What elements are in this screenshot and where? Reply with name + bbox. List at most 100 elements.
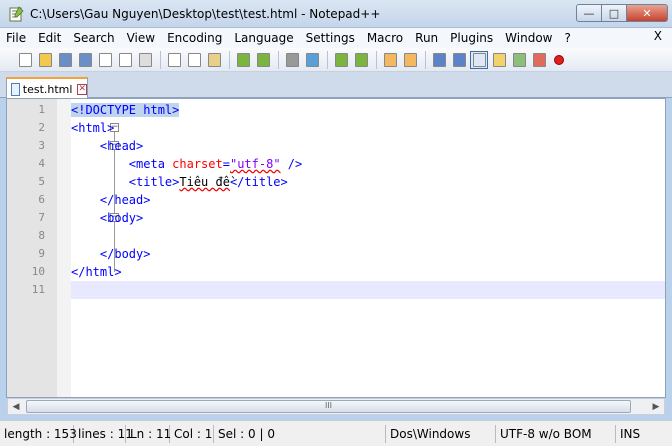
menu-item-file[interactable]: File	[0, 29, 32, 47]
line-number: 7	[38, 211, 45, 224]
save-all-icon-glyph	[78, 52, 92, 67]
toolbar-separator	[229, 50, 230, 69]
replace-icon-glyph	[305, 52, 319, 67]
sync-v-icon[interactable]	[381, 51, 399, 69]
menu-item-macro[interactable]: Macro	[361, 29, 409, 47]
close-icon[interactable]	[96, 51, 114, 69]
minimize-button[interactable]: —	[576, 4, 602, 22]
open-icon-glyph	[38, 52, 52, 67]
redo-icon[interactable]	[254, 51, 272, 69]
save-icon[interactable]	[56, 51, 74, 69]
paste-icon[interactable]	[205, 51, 223, 69]
code-token: "utf-8"	[229, 157, 281, 171]
fold-margin[interactable]: − − −	[57, 99, 119, 397]
maximize-icon: □	[608, 6, 620, 20]
status-length: length : 153	[0, 424, 77, 443]
menu-item-settings[interactable]: Settings	[300, 29, 361, 47]
sync-v-icon-glyph	[383, 52, 397, 67]
code-line[interactable]	[71, 227, 665, 245]
sync-h-icon[interactable]	[401, 51, 419, 69]
status-bar: length : 153 lines : 11 Ln : 11 Col : 1 …	[0, 420, 672, 446]
function-list-icon[interactable]	[530, 51, 548, 69]
toolbar-separator	[278, 50, 279, 69]
lang-icon[interactable]	[490, 51, 508, 69]
status-eol[interactable]: Dos\Windows	[386, 424, 496, 443]
notepad-plus-plus-icon	[9, 6, 24, 22]
scroll-left-icon[interactable]: ◀	[8, 399, 24, 414]
code-line[interactable]	[71, 281, 665, 299]
editor[interactable]: 1 2 3 4 5 6 7 8 9 10 11 − − − <!DOCTYPE html> <html> …	[6, 98, 666, 398]
open-icon[interactable]	[36, 51, 54, 69]
paste-icon-glyph	[207, 52, 221, 67]
line-number: 1	[38, 103, 45, 116]
code-token: Tiêu đề	[179, 175, 230, 189]
record-macro-icon-glyph	[554, 54, 564, 65]
code-token: =	[222, 157, 230, 171]
doc-map-icon-glyph	[512, 52, 526, 67]
replace-icon[interactable]	[303, 51, 321, 69]
find-icon[interactable]	[283, 51, 301, 69]
toolbar-separator	[327, 50, 328, 69]
scrollbar-thumb[interactable]: III	[26, 400, 631, 413]
zoom-out-icon[interactable]	[352, 51, 370, 69]
menu-item-search[interactable]: Search	[67, 29, 120, 47]
menu-item-edit[interactable]: Edit	[32, 29, 67, 47]
indent-guide-icon[interactable]	[470, 50, 488, 69]
close-all-icon[interactable]	[116, 51, 134, 69]
toolbar-separator	[425, 50, 426, 69]
code-line[interactable]: <meta charset="utf-8" />	[71, 155, 665, 173]
status-mode[interactable]: INS	[616, 425, 660, 443]
menu-item-window[interactable]: Window	[499, 29, 558, 47]
toolbar-separator	[160, 50, 161, 69]
copy-icon[interactable]	[185, 51, 203, 69]
code-line[interactable]: <body>	[71, 209, 665, 227]
undo-icon[interactable]	[234, 51, 252, 69]
code-line[interactable]: </html>	[71, 263, 665, 281]
doc-map-icon[interactable]	[510, 51, 528, 69]
menu-item-language[interactable]: Language	[228, 29, 299, 47]
code-line[interactable]: </head>	[71, 191, 665, 209]
new-icon[interactable]	[16, 51, 34, 69]
tab-test-html[interactable]: test.html ✕	[6, 77, 88, 99]
indent-guide-icon-glyph	[472, 52, 486, 67]
cut-icon[interactable]	[165, 51, 183, 69]
code-line[interactable]: <html>	[71, 119, 665, 137]
close-document-button[interactable]: X	[654, 29, 662, 43]
code-line[interactable]: </body>	[71, 245, 665, 263]
title-bar: C:\Users\Gau Nguyen\Desktop\test\test.ht…	[0, 0, 672, 28]
code-line[interactable]: <!DOCTYPE html>	[71, 101, 665, 119]
menu-item-view[interactable]: View	[121, 29, 161, 47]
zoom-in-icon[interactable]	[332, 51, 350, 69]
function-list-icon-glyph	[532, 52, 546, 67]
show-all-chars-icon-glyph	[452, 52, 466, 67]
menu-item-plugins[interactable]: Plugins	[444, 29, 499, 47]
record-macro-icon[interactable]	[550, 51, 568, 69]
sync-h-icon-glyph	[403, 52, 417, 67]
code-area[interactable]: <!DOCTYPE html> <html> <head> <meta chars…	[71, 99, 665, 397]
scroll-right-icon[interactable]: ▶	[648, 399, 664, 414]
close-window-button[interactable]: ✕	[626, 4, 668, 22]
code-token: charset	[172, 157, 223, 171]
line-number: 4	[38, 157, 45, 170]
wrap-icon[interactable]	[430, 51, 448, 69]
horizontal-scrollbar[interactable]: ◀ III ▶	[7, 398, 665, 415]
menu-item-encoding[interactable]: Encoding	[161, 29, 228, 47]
show-all-chars-icon[interactable]	[450, 51, 468, 69]
find-icon-glyph	[285, 52, 299, 67]
code-line[interactable]: <title>Tiêu đề</title>	[71, 173, 665, 191]
tab-close-icon[interactable]: ✕	[77, 83, 87, 95]
code-line[interactable]: <head>	[71, 137, 665, 155]
menu-item-run[interactable]: Run	[409, 29, 444, 47]
line-number: 6	[38, 193, 45, 206]
menu-item-help[interactable]: ?	[558, 29, 576, 47]
maximize-button[interactable]: □	[601, 4, 627, 22]
line-number: 8	[38, 229, 45, 242]
status-lines: lines : 11	[74, 424, 133, 443]
status-encoding[interactable]: UTF-8 w/o BOM	[496, 424, 616, 443]
save-all-icon[interactable]	[76, 51, 94, 69]
print-icon[interactable]	[136, 51, 154, 69]
